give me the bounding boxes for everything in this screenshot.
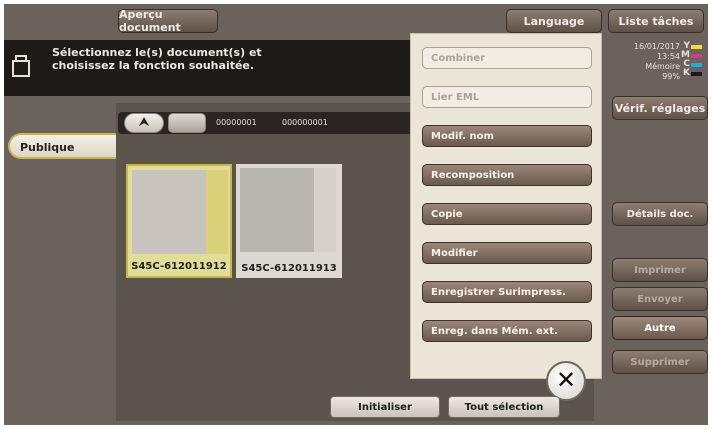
memory-label: Mémoire [645,62,680,71]
up-folder-button[interactable]: ⮝ [124,113,164,133]
delete-button[interactable]: Supprimer [612,350,708,374]
toner-k-bar [691,72,702,76]
menu-item-edit[interactable]: Modifier [422,242,592,264]
menu-item-save-overlay[interactable]: Enregistrer Surimpress. [422,281,592,303]
job-list-button[interactable]: Liste tâches [608,9,704,33]
select-all-button[interactable]: Tout sélection [448,396,560,418]
menu-item-rename[interactable]: Modif. nom [422,125,592,147]
menu-item-copy[interactable]: Copie [422,203,592,225]
menu-item-combine[interactable]: Combiner [422,47,592,69]
toner-k-label: K [683,68,690,78]
send-button[interactable]: Envoyer [612,287,708,311]
document-thumbnail[interactable]: S45C-612011912 [126,164,232,278]
menu-item-save-external-memory[interactable]: Enreg. dans Mém. ext. [422,320,592,342]
folder-button[interactable] [168,113,206,133]
toner-c-bar [691,63,702,67]
time-text: 13:54 [656,52,680,61]
message-bar: Sélectionnez le(s) document(s) et choisi… [4,40,416,96]
document-icon [12,55,30,77]
menu-item-recompose[interactable]: Recomposition [422,164,592,186]
document-details-button[interactable]: Détails doc. [612,202,708,226]
date-text: 16/01/2017 [633,42,680,51]
tab-public[interactable]: Publique [8,133,118,159]
status-panel: 16/01/2017 13:54 Mémoire 99% Y M C K [604,42,704,94]
document-preview [240,168,336,252]
document-thumbnail[interactable]: S45C-612011913 [236,164,342,278]
memory-percent: 99% [662,72,680,81]
document-name: S45C-612011913 [241,263,337,274]
language-button[interactable]: Language [506,9,602,33]
check-settings-button[interactable]: Vérif. réglages [612,96,708,120]
document-name: S45C-612011912 [131,261,227,272]
arrow-up-icon: ⮝ [138,115,150,130]
toner-m-bar [691,54,702,58]
menu-item-link-eml[interactable]: Lier EML [422,86,592,108]
preview-document-button[interactable]: Aperçu document [118,8,218,34]
close-icon: ✕ [555,366,577,394]
other-button[interactable]: Autre [612,316,708,340]
box-number-text: 000000001 [282,118,328,127]
instruction-line-1: Sélectionnez le(s) document(s) et [52,46,262,59]
reset-button[interactable]: Initialiser [330,396,440,418]
toner-y-bar [691,45,702,49]
folder-id-text: 00000001 [216,118,257,127]
instruction-text: Sélectionnez le(s) document(s) et choisi… [52,46,272,72]
print-button[interactable]: Imprimer [612,258,708,282]
instruction-line-2: choisissez la fonction souhaitée. [52,59,255,72]
close-menu-button[interactable]: ✕ [546,361,586,401]
document-preview [132,170,228,254]
